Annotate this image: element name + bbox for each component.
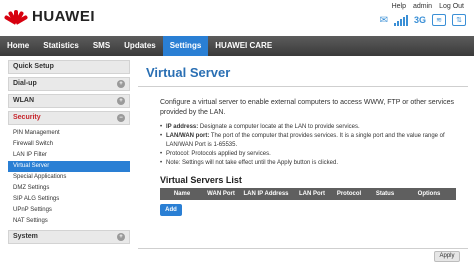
top-links: Help admin Log Out: [392, 3, 464, 10]
bullet-key: IP address:: [166, 124, 199, 130]
help-link[interactable]: Help: [392, 3, 406, 10]
sidebar-system-label: System: [13, 233, 38, 240]
signal-strength-icon: [393, 14, 408, 26]
sidebar-item-firewall-switch[interactable]: Firewall Switch: [8, 139, 130, 150]
main-content: Virtual Server Configure a virtual serve…: [138, 58, 468, 263]
message-icon[interactable]: ✉: [380, 15, 388, 26]
nav-huawei-care[interactable]: HUAWEI CARE: [208, 36, 279, 56]
expand-icon[interactable]: +: [117, 97, 125, 105]
wifi-icon: ≋: [432, 14, 446, 26]
sidebar-quick-setup-label: Quick Setup: [13, 63, 54, 70]
column-header: Status: [375, 191, 395, 197]
bullet-text: Protocols applied by services.: [191, 151, 271, 157]
sidebar-item-sip-alg-settings[interactable]: SIP ALG Settings: [8, 194, 130, 205]
sidebar-wlan-label: WLAN: [13, 97, 34, 104]
sidebar-wlan[interactable]: WLAN +: [8, 94, 130, 108]
sidebar: Quick Setup Dial-up + WLAN + Security − …: [8, 60, 130, 244]
divider: [138, 248, 468, 249]
bullet-key: LAN/WAN port:: [166, 133, 210, 139]
apply-button[interactable]: Apply: [434, 251, 460, 262]
header: HUAWEI Help admin Log Out ✉ 3G ≋ ⇅: [0, 0, 474, 36]
help-bullets: • IP address: Designate a computer locate…: [160, 123, 462, 168]
sidebar-item-special-applications[interactable]: Special Applications: [8, 172, 130, 183]
add-button[interactable]: Add: [160, 204, 182, 216]
page-description: Configure a virtual server to enable ext…: [160, 99, 454, 116]
main-nav: Home Statistics SMS Updates Settings HUA…: [0, 36, 474, 56]
sidebar-system[interactable]: System +: [8, 230, 130, 244]
column-header: LAN IP Address: [243, 191, 289, 197]
help-bullet: • Note: Settings will not take effect unt…: [160, 160, 338, 166]
sidebar-dialup[interactable]: Dial-up +: [8, 77, 130, 91]
huawei-flower-icon: [3, 7, 29, 25]
list-title: Virtual Servers List: [160, 175, 242, 185]
connection-icon: ⇅: [452, 14, 466, 26]
sidebar-item-lan-ip-filter[interactable]: LAN IP Filter: [8, 150, 130, 161]
bullet-text: Settings will not take effect until the …: [182, 160, 338, 166]
sidebar-security[interactable]: Security −: [8, 111, 130, 125]
username: admin: [413, 3, 433, 10]
column-header: Options: [417, 191, 441, 197]
brand-name: HUAWEI: [32, 7, 95, 25]
help-bullet: • IP address: Designate a computer locate…: [160, 124, 360, 130]
nav-updates[interactable]: Updates: [117, 36, 163, 56]
sidebar-item-upnp-settings[interactable]: UPnP Settings: [8, 205, 130, 216]
bullet-key: Note:: [166, 160, 181, 166]
bullet-key: Protocol:: [166, 151, 190, 157]
column-header: LAN Port: [299, 191, 325, 197]
sidebar-dialup-label: Dial-up: [13, 80, 37, 87]
sidebar-item-nat-settings[interactable]: NAT Settings: [8, 216, 130, 227]
nav-settings[interactable]: Settings: [162, 36, 209, 56]
table-header: Name WAN Port LAN IP Address LAN Port Pr…: [160, 188, 456, 200]
page-title: Virtual Server: [146, 65, 231, 80]
logout-link[interactable]: Log Out: [439, 3, 464, 10]
security-submenu: PIN Management Firewall Switch LAN IP Fi…: [8, 128, 130, 227]
sidebar-item-virtual-server[interactable]: Virtual Server: [8, 161, 130, 172]
sidebar-item-pin-management[interactable]: PIN Management: [8, 128, 130, 139]
column-header: Protocol: [336, 191, 362, 197]
huawei-logo: HUAWEI: [3, 7, 95, 25]
nav-sms[interactable]: SMS: [86, 36, 117, 56]
nav-statistics[interactable]: Statistics: [36, 36, 86, 56]
sidebar-item-dmz-settings[interactable]: DMZ Settings: [8, 183, 130, 194]
help-bullet: • Protocol: Protocols applied by services…: [160, 151, 271, 157]
nav-home[interactable]: Home: [0, 36, 36, 56]
help-bullet: • LAN/WAN port: The port of the computer …: [160, 133, 445, 148]
collapse-icon[interactable]: −: [117, 114, 125, 122]
sidebar-security-label: Security: [13, 114, 41, 121]
sidebar-quick-setup[interactable]: Quick Setup: [8, 60, 130, 74]
virtual-servers-table: Name WAN Port LAN IP Address LAN Port Pr…: [160, 188, 456, 200]
expand-icon[interactable]: +: [117, 80, 125, 88]
column-header: Name: [173, 191, 191, 197]
status-icons: ✉ 3G ≋ ⇅: [380, 14, 466, 26]
network-type: 3G: [413, 15, 426, 25]
bullet-text: Designate a computer locate at the LAN t…: [199, 124, 360, 130]
divider: [138, 86, 468, 87]
expand-icon[interactable]: +: [117, 233, 125, 241]
column-header: WAN Port: [207, 191, 235, 197]
